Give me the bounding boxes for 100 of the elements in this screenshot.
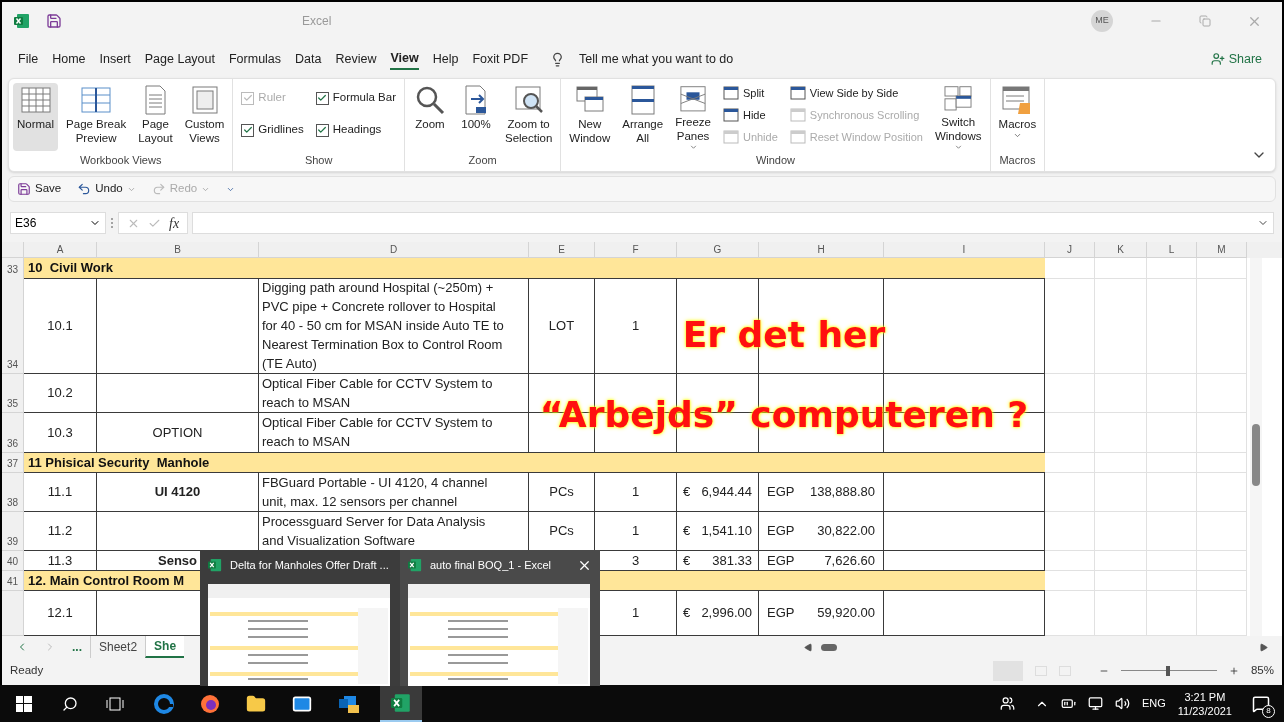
scroll-left-icon[interactable] [804, 642, 814, 652]
fox-browser-icon[interactable] [200, 693, 220, 714]
menu-tab[interactable]: Data [295, 48, 322, 70]
table-cell: 1 [595, 472, 677, 512]
menu-tab[interactable]: Formulas [228, 48, 282, 70]
row-header[interactable]: 39 [2, 511, 24, 551]
window-icon [789, 130, 806, 144]
row-header[interactable]: 38 [2, 472, 24, 512]
ribbon-button[interactable]: Freeze Panes [671, 83, 715, 151]
ribbon-small-button[interactable]: Hide [722, 105, 778, 125]
ribbon-button[interactable]: Macros [994, 83, 1041, 151]
menu-tab[interactable]: Page Layout [144, 48, 215, 70]
account-avatar[interactable]: ME [1091, 10, 1113, 32]
zoom-slider[interactable] [1120, 664, 1217, 677]
checkbox-option[interactable]: Formula Bar [315, 89, 396, 107]
group-label: Workbook Views [78, 152, 163, 168]
checkbox[interactable] [241, 123, 255, 137]
people-icon[interactable] [999, 696, 1015, 711]
checkbox-option[interactable]: Gridlines [241, 121, 304, 139]
row-header[interactable]: 36 [2, 413, 24, 453]
formula-input[interactable] [192, 212, 1274, 234]
ribbon-button[interactable]: Normal [13, 83, 59, 151]
outlook-icon[interactable] [338, 693, 360, 714]
language-indicator[interactable]: ENG [1141, 695, 1166, 712]
insert-function-button[interactable]: fx [169, 212, 180, 234]
menu-tab[interactable]: File [18, 48, 39, 70]
more-sheets-button[interactable]: ... [72, 638, 82, 656]
horizontal-scrollbar-thumb[interactable] [821, 643, 838, 651]
share-button[interactable]: Share [1210, 49, 1262, 69]
ribbon-button[interactable]: 100% [455, 83, 497, 151]
menu-tab[interactable]: Foxit PDF [472, 48, 528, 70]
menu-tab[interactable]: Review [335, 48, 377, 70]
network-icon[interactable] [1087, 696, 1103, 711]
save-icon[interactable] [46, 13, 62, 29]
ribbon-button[interactable]: Zoom to Selection [501, 83, 557, 151]
check-icon [317, 125, 328, 135]
name-box[interactable]: E36 [10, 212, 106, 234]
tell-me-search[interactable]: Tell me what you want to do [579, 49, 734, 69]
table-cell [1045, 570, 1095, 592]
volume-icon[interactable] [1114, 696, 1130, 711]
ribbon-button[interactable]: Custom Views [180, 83, 229, 151]
browser-icon[interactable] [154, 693, 174, 714]
row-header[interactable]: 40 [2, 550, 24, 572]
row-header[interactable]: 35 [2, 374, 24, 413]
menu-tab[interactable]: Insert [99, 48, 131, 70]
menu-tab[interactable]: Help [432, 48, 459, 70]
column-header[interactable]: K [1095, 242, 1147, 258]
toolbar-button[interactable]: Undo [77, 180, 123, 198]
sheet-tab[interactable]: She [145, 636, 185, 658]
notifications-icon[interactable] [1252, 694, 1270, 713]
spreadsheet-app-icon [408, 558, 422, 572]
vertical-scrollbar[interactable] [1250, 258, 1262, 636]
row-header[interactable]: 37 [2, 452, 24, 474]
window-icon [722, 130, 739, 144]
group-label: Zoom [467, 152, 498, 168]
window-icon [789, 86, 806, 100]
table-cell: PCs [529, 472, 595, 512]
table-cell [1147, 413, 1197, 453]
table-cell: Optical Fiber Cable for CCTV System to reach to MSAN [259, 413, 529, 453]
table-cell [1197, 570, 1247, 592]
windows-icon[interactable] [16, 695, 32, 712]
ribbon-button[interactable]: Arrange All [618, 83, 668, 151]
zoom-level[interactable]: 85% [1250, 661, 1274, 680]
folder-icon[interactable] [246, 693, 266, 714]
taskbar-active-app[interactable] [380, 685, 422, 722]
undo-icon [77, 182, 92, 196]
checkbox[interactable] [315, 91, 329, 105]
menu-tab[interactable]: View [390, 48, 419, 70]
ribbon-button[interactable]: Page Layout [134, 83, 177, 151]
toolbar-button[interactable]: Save [17, 180, 62, 198]
ribbon-button[interactable]: Switch Windows [930, 83, 986, 151]
row-header[interactable]: 41 [2, 570, 24, 592]
window-preview[interactable]: auto final BOQ_1 - Excel [400, 550, 600, 686]
scroll-right-icon[interactable] [1259, 642, 1268, 652]
ribbon-button[interactable]: Page Break Preview [62, 83, 131, 151]
battery-icon[interactable] [1060, 696, 1076, 711]
row-header[interactable]: 33 [2, 258, 24, 279]
section-title: 11 Phisical Security Manhole [28, 453, 210, 472]
clock-time[interactable]: 3:21 PM [1184, 689, 1226, 704]
ribbon-small-button[interactable]: View Side by Side [789, 83, 923, 103]
table-cell [1095, 452, 1147, 474]
clock-date[interactable]: 11/23/2021 [1177, 703, 1232, 718]
ribbon-small-button[interactable]: Split [722, 83, 778, 103]
ribbon-button[interactable]: Zoom [409, 83, 451, 151]
ribbon-button[interactable]: New Window [565, 83, 615, 151]
column-header[interactable]: L [1147, 242, 1197, 258]
table-cell: 10.3 [24, 413, 97, 453]
zoom-in-icon[interactable] [1228, 665, 1239, 676]
column-header[interactable]: M [1197, 242, 1247, 258]
checkbox-option[interactable]: Headings [315, 121, 396, 139]
table-cell [1197, 258, 1247, 279]
checkbox[interactable] [315, 123, 329, 137]
menu-tab[interactable]: Home [52, 48, 86, 70]
task-view-icon[interactable] [106, 696, 124, 711]
row-header[interactable]: 34 [2, 278, 24, 374]
table-cell [1197, 413, 1247, 453]
column-header[interactable]: J [1045, 242, 1095, 258]
table-cell [1095, 258, 1147, 279]
amount-value: 2,996.00 [701, 604, 752, 623]
search-icon[interactable] [62, 695, 78, 712]
